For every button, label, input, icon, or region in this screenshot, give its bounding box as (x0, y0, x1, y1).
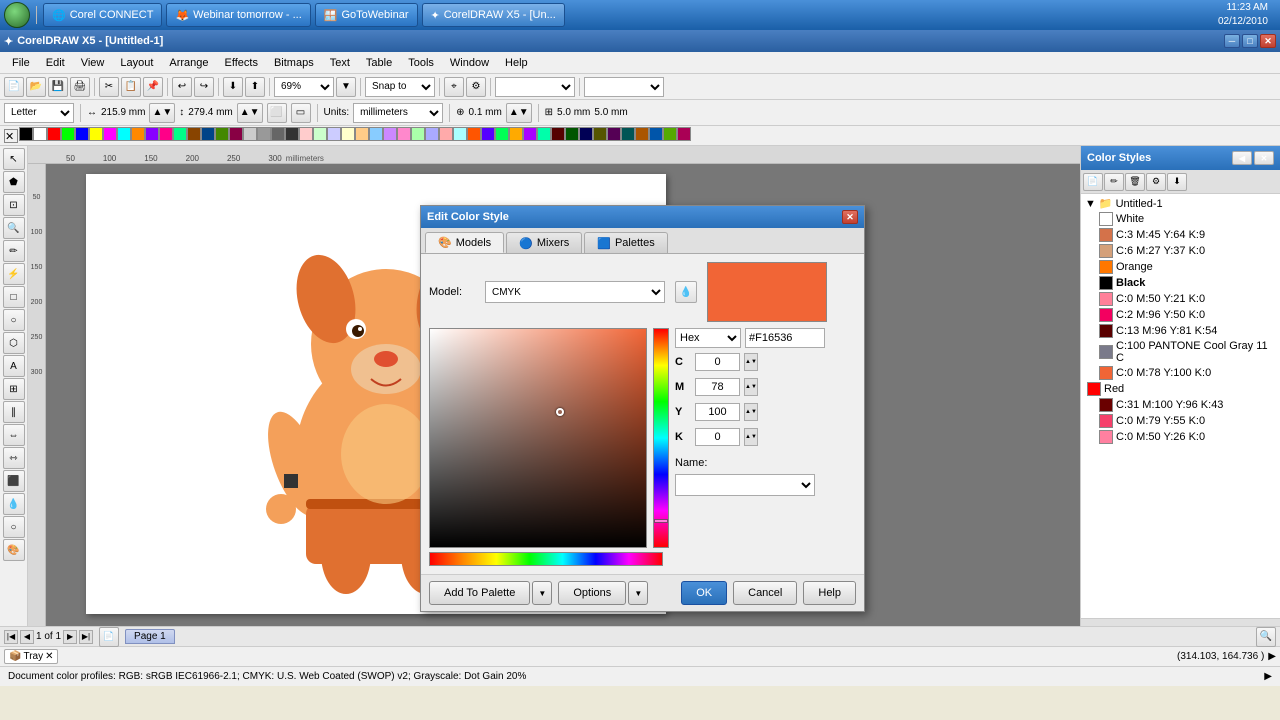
cancel-button[interactable]: Cancel (733, 581, 797, 605)
add-palette-dropdown[interactable]: ▼ (532, 581, 552, 605)
cmyk-m-row: M ▲▼ (675, 378, 825, 396)
dialog-close-button[interactable]: ✕ (842, 210, 858, 224)
cmyk-c-label: C (675, 356, 691, 368)
dialog-title-controls: ✕ (842, 210, 858, 224)
color-picker-area: Hex C ▲▼ M ▲▼ (429, 328, 856, 548)
color-controls: Hex C ▲▼ M ▲▼ (675, 328, 825, 548)
model-select[interactable]: CMYK (485, 281, 665, 303)
cmyk-y-label: Y (675, 406, 691, 418)
cmyk-c-input[interactable] (695, 353, 740, 371)
name-input[interactable] (675, 474, 815, 496)
hue-slider[interactable] (653, 328, 669, 548)
color-gradient-picker[interactable] (429, 328, 647, 548)
model-row: Model: CMYK 💧 (429, 262, 856, 322)
dialog-tabs: 🎨 Models 🔵 Mixers 🟦 Palettes (421, 228, 864, 254)
dialog-titlebar: Edit Color Style ✕ (421, 206, 864, 228)
dialog-title: Edit Color Style (427, 211, 509, 223)
cmyk-k-row: K ▲▼ (675, 428, 825, 446)
cmyk-m-spinner[interactable]: ▲▼ (744, 378, 758, 396)
cmyk-m-input[interactable] (695, 378, 740, 396)
tab-palettes[interactable]: 🟦 Palettes (584, 232, 667, 253)
mixers-icon: 🔵 (519, 237, 533, 250)
add-to-palette-group: Add To Palette ▼ (429, 581, 552, 605)
cmyk-y-row: Y ▲▼ (675, 403, 825, 421)
cmyk-c-spinner[interactable]: ▲▼ (744, 353, 758, 371)
eyedropper-btn[interactable]: 💧 (675, 281, 697, 303)
cmyk-m-label: M (675, 381, 691, 393)
tab-mixers[interactable]: 🔵 Mixers (506, 232, 582, 253)
model-label: Model: (429, 286, 479, 298)
options-dropdown[interactable]: ▼ (628, 581, 648, 605)
dialog-content: Model: CMYK 💧 (421, 254, 864, 574)
hex-row: Hex (675, 328, 825, 348)
dialog-overlay: Edit Color Style ✕ 🎨 Models 🔵 Mixers 🟦 P… (0, 0, 1280, 720)
name-row: Name: (675, 457, 825, 469)
palettes-icon: 🟦 (597, 237, 611, 250)
tab-models[interactable]: 🎨 Models (425, 232, 504, 253)
cmyk-c-row: C ▲▼ (675, 353, 825, 371)
cmyk-k-label: K (675, 431, 691, 443)
dialog-footer: Add To Palette ▼ Options ▼ OK Cancel Hel… (421, 574, 864, 611)
add-to-palette-button[interactable]: Add To Palette (429, 581, 530, 605)
options-group: Options ▼ (558, 581, 648, 605)
cmyk-y-spinner[interactable]: ▲▼ (744, 403, 758, 421)
ok-button[interactable]: OK (681, 581, 727, 605)
hex-input[interactable] (745, 328, 825, 348)
options-button[interactable]: Options (558, 581, 626, 605)
models-icon: 🎨 (438, 236, 452, 249)
help-button[interactable]: Help (803, 581, 856, 605)
color-preview-box (707, 262, 827, 322)
bottom-color-strip (429, 552, 663, 566)
name-label: Name: (675, 457, 707, 469)
edit-color-style-dialog: Edit Color Style ✕ 🎨 Models 🔵 Mixers 🟦 P… (420, 205, 865, 612)
hex-dropdown[interactable]: Hex (675, 328, 741, 348)
cmyk-k-spinner[interactable]: ▲▼ (744, 428, 758, 446)
cmyk-y-input[interactable] (695, 403, 740, 421)
cmyk-k-input[interactable] (695, 428, 740, 446)
hue-cursor (654, 519, 668, 523)
